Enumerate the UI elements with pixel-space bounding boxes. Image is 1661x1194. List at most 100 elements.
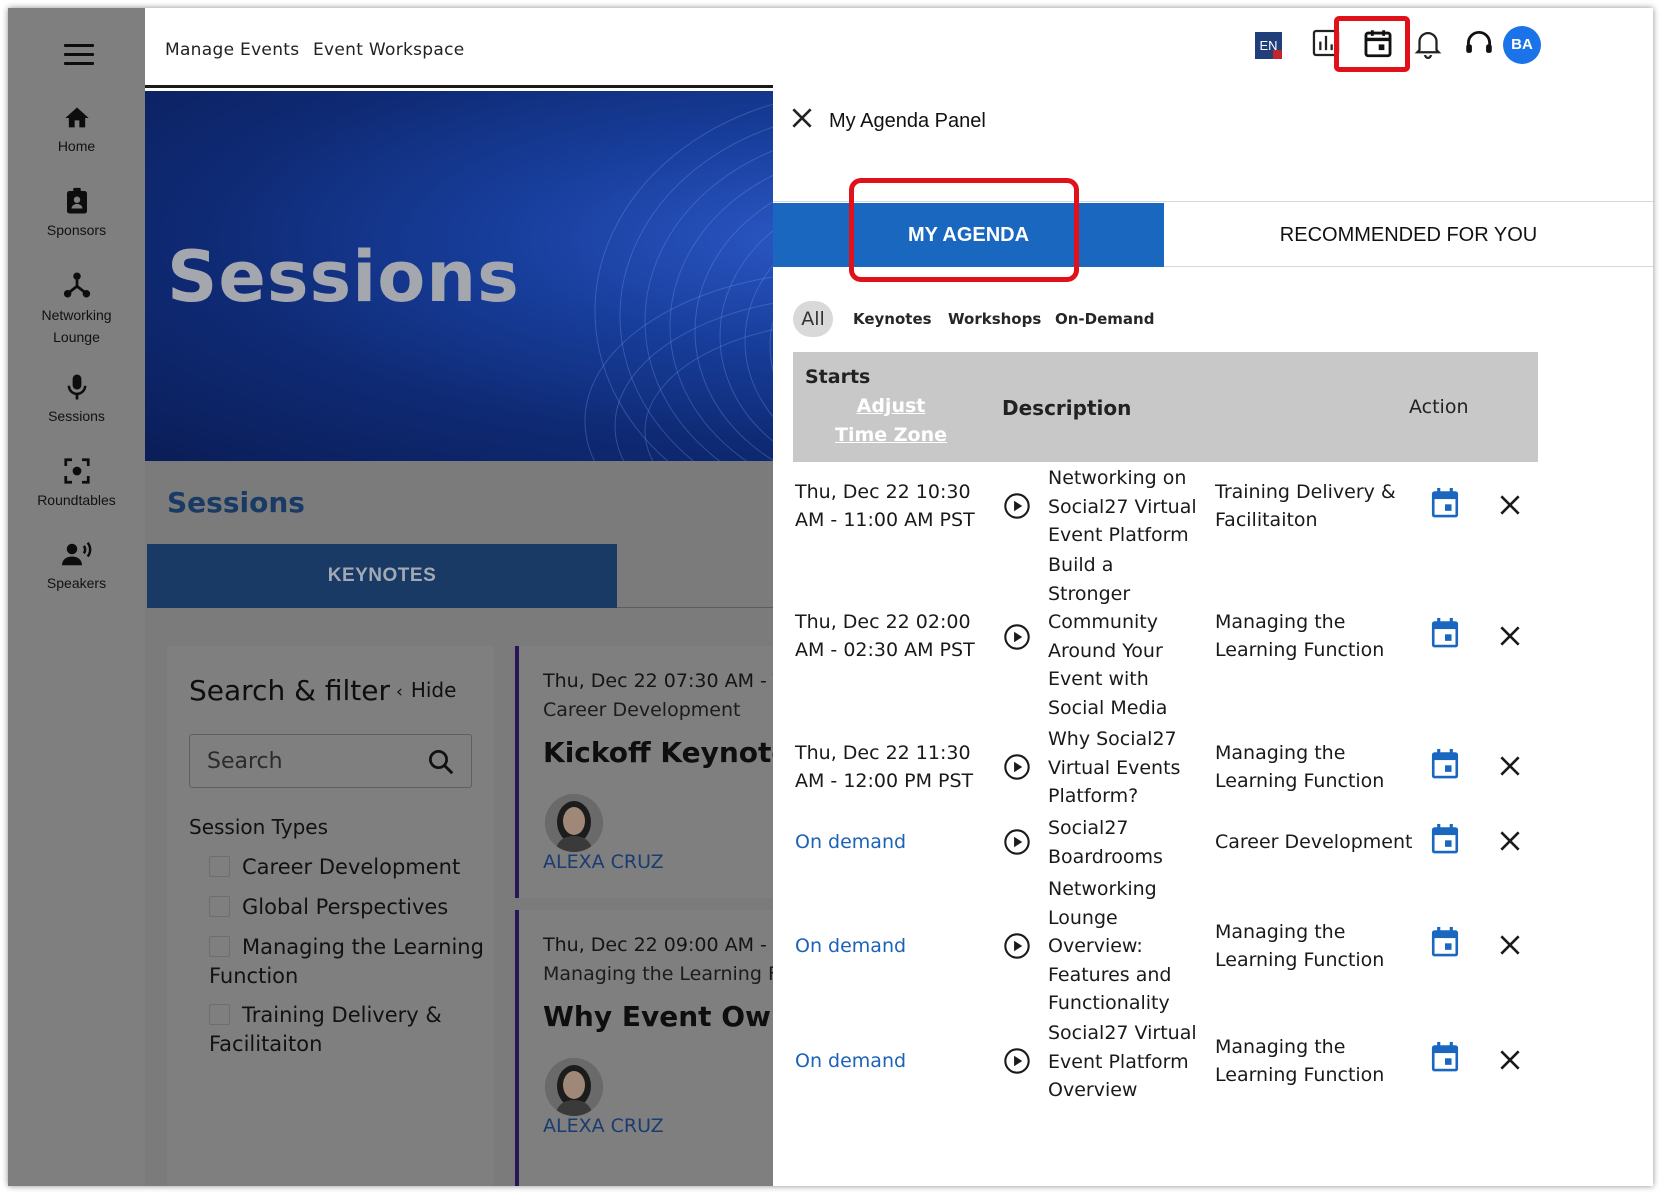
search-field (189, 734, 472, 788)
filter-chip-all[interactable]: All (793, 301, 833, 337)
play-icon[interactable] (1003, 753, 1031, 781)
sessions-content: Sessions KEYNOTES Search & filter ‹ Hide … (145, 461, 840, 1186)
row-title[interactable]: Social27 Virtual Event Platform Overview (1048, 1019, 1198, 1105)
speaker-avatar[interactable] (545, 1058, 603, 1116)
filter-chip-workshops[interactable]: Workshops (948, 301, 1041, 337)
user-avatar[interactable]: BA (1503, 26, 1541, 64)
row-category: Managing the Learning Function (1215, 611, 1385, 661)
checkbox[interactable] (209, 936, 230, 957)
row-title[interactable]: Why Social27 Virtual Events Platform? (1048, 725, 1198, 811)
option-label: Training Delivery & Facilitaiton (209, 1003, 442, 1056)
session-type-option[interactable]: Managing the Learning Function (209, 933, 499, 991)
event-workspace-link[interactable]: Event Workspace (313, 40, 465, 60)
row-starts-on-demand[interactable]: On demand (795, 1047, 985, 1075)
session-category: Career Development (543, 699, 741, 721)
hamburger-menu-icon[interactable] (64, 44, 94, 68)
hero-title: Sessions (167, 236, 520, 318)
row-title[interactable]: Networking on Social27 Virtual Event Pla… (1048, 464, 1198, 550)
sidebar-item-sponsors[interactable]: Sponsors (8, 186, 145, 240)
tab-keynotes[interactable]: KEYNOTES (147, 544, 617, 608)
tab-my-agenda[interactable]: MY AGENDA (773, 203, 1164, 267)
row-category: Managing the Learning Function (1215, 742, 1385, 792)
session-title[interactable]: Kickoff Keynote (543, 736, 790, 769)
calendar-icon[interactable] (1361, 26, 1395, 60)
play-icon[interactable] (1003, 932, 1031, 960)
play-icon[interactable] (1003, 623, 1031, 651)
session-category: Managing the Learning Fun (543, 963, 802, 985)
remove-icon[interactable] (1497, 492, 1523, 518)
row-title[interactable]: Build a Stronger Community Around Your E… (1048, 551, 1198, 722)
panel-title: My Agenda Panel (829, 110, 986, 132)
filter-chip-keynotes[interactable]: Keynotes (853, 301, 932, 337)
language-selector[interactable]: EN (1255, 32, 1282, 59)
remove-icon[interactable] (1497, 623, 1523, 649)
speaker-name[interactable]: ALEXA CRUZ (543, 1115, 664, 1137)
chevron-left-icon: ‹ (396, 682, 403, 702)
row-starts-on-demand[interactable]: On demand (795, 932, 985, 960)
sidebar-item-label: Sessions (48, 408, 105, 424)
remove-icon[interactable] (1497, 932, 1523, 958)
speaker-photo (545, 794, 603, 852)
checkbox[interactable] (209, 1004, 230, 1025)
session-type-option[interactable]: Training Delivery & Facilitaiton (209, 1001, 499, 1059)
option-label: Managing the Learning Function (209, 935, 484, 988)
row-starts: Thu, Dec 22 02:00 AM - 02:30 AM PST (795, 611, 975, 661)
home-icon (64, 107, 89, 128)
row-starts-on-demand[interactable]: On demand (795, 828, 985, 856)
play-icon[interactable] (1003, 1047, 1031, 1075)
search-input[interactable] (190, 735, 420, 787)
page-title: Sessions (167, 486, 305, 519)
checkbox[interactable] (209, 856, 230, 877)
speaker-name[interactable]: ALEXA CRUZ (543, 851, 664, 873)
adjust-time-zone-link[interactable]: Adjust Time Zone (831, 392, 951, 450)
checkbox[interactable] (209, 896, 230, 917)
search-icon[interactable] (426, 747, 456, 777)
agenda-table-header: Starts Adjust Time Zone Description Acti… (793, 352, 1538, 462)
add-to-calendar-icon[interactable] (1429, 747, 1461, 781)
remove-icon[interactable] (1497, 828, 1523, 854)
hide-filter-button[interactable]: ‹ Hide (396, 678, 456, 702)
add-to-calendar-icon[interactable] (1429, 616, 1461, 650)
sidebar-item-home[interactable]: Home (8, 104, 145, 156)
left-sidebar: Home Sponsors Networking Lounge Sessions… (8, 8, 145, 1186)
filter-chip-on-demand[interactable]: On-Demand (1055, 301, 1154, 337)
session-type-option[interactable]: Career Development (209, 853, 499, 882)
hide-label: Hide (410, 678, 457, 702)
session-date: Thu, Dec 22 09:00 AM - Sun (543, 934, 810, 956)
headset-icon[interactable] (1462, 26, 1496, 60)
tab-recommended[interactable]: RECOMMENDED FOR YOU (1164, 203, 1653, 267)
speaker-photo (545, 1058, 603, 1116)
add-to-calendar-icon[interactable] (1429, 1040, 1461, 1074)
roundtable-icon (63, 458, 90, 484)
panel-header: My Agenda Panel (773, 80, 1653, 202)
starts-column-header: Starts (805, 366, 871, 388)
sidebar-item-sessions[interactable]: Sessions (8, 372, 145, 426)
row-category: Managing the Learning Function (1215, 921, 1385, 971)
sidebar-item-speakers[interactable]: Speakers (8, 539, 145, 593)
add-to-calendar-icon[interactable] (1429, 925, 1461, 959)
manage-events-link[interactable]: Manage Events (165, 40, 299, 60)
remove-icon[interactable] (1497, 1047, 1523, 1073)
speaker-avatar[interactable] (545, 794, 603, 852)
bell-icon[interactable] (1411, 26, 1445, 60)
row-title[interactable]: Networking Lounge Overview: Features and… (1048, 875, 1198, 1018)
close-icon[interactable] (789, 105, 815, 131)
sidebar-item-label: Sponsors (46, 222, 107, 238)
row-title[interactable]: Social27 Boardrooms (1048, 814, 1198, 871)
play-icon[interactable] (1003, 828, 1031, 856)
my-agenda-panel: EN BA My Agenda Panel MY AGENDA RECOMMEN… (773, 8, 1653, 1186)
add-to-calendar-icon[interactable] (1429, 822, 1461, 856)
hero-banner: Sessions (145, 91, 825, 461)
app-window: Home Sponsors Networking Lounge Sessions… (8, 8, 1653, 1186)
analytics-icon[interactable] (1309, 26, 1343, 60)
row-starts: Thu, Dec 22 10:30 AM - 11:00 AM PST (795, 481, 975, 531)
play-icon[interactable] (1003, 492, 1031, 520)
action-column-header: Action (1409, 396, 1469, 418)
add-to-calendar-icon[interactable] (1429, 486, 1461, 520)
sidebar-item-label: Home (57, 138, 96, 154)
sidebar-item-label: Speakers (46, 575, 107, 591)
remove-icon[interactable] (1497, 753, 1523, 779)
sidebar-item-roundtables[interactable]: Roundtables (8, 456, 145, 510)
session-type-option[interactable]: Global Perspectives (209, 893, 499, 922)
sidebar-item-networking-lounge[interactable]: Networking Lounge (8, 270, 145, 348)
